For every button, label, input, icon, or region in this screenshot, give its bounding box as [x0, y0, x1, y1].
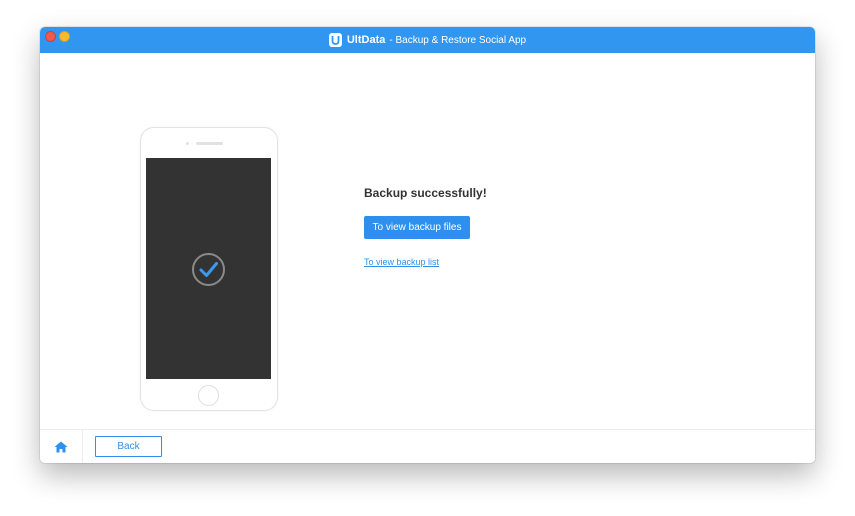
title-bar: UltData - Backup & Restore Social App	[40, 27, 815, 53]
phone-screen	[146, 158, 271, 379]
app-logo-icon	[328, 33, 342, 47]
phone-illustration	[140, 127, 278, 411]
main-content: Backup successfully! To view backup file…	[40, 53, 815, 429]
app-name: UltData	[346, 34, 386, 46]
home-icon	[54, 441, 68, 453]
view-backup-files-button[interactable]: To view backup files	[364, 216, 470, 239]
app-window: UltData - Backup & Restore Social App Ba…	[40, 27, 815, 463]
check-circle-icon	[192, 253, 225, 286]
phone-camera	[186, 142, 189, 145]
phone-home-button	[198, 385, 219, 406]
view-backup-list-link[interactable]: To view backup list	[364, 257, 439, 267]
backup-success-message: Backup successfully!	[364, 186, 487, 200]
back-button[interactable]: Back	[95, 436, 162, 457]
window-title: UltData - Backup & Restore Social App	[40, 27, 815, 53]
phone-speaker	[196, 142, 223, 145]
footer-bar: Back	[40, 429, 815, 463]
home-button[interactable]	[40, 430, 83, 463]
window-subtitle: - Backup & Restore Social App	[389, 34, 527, 46]
